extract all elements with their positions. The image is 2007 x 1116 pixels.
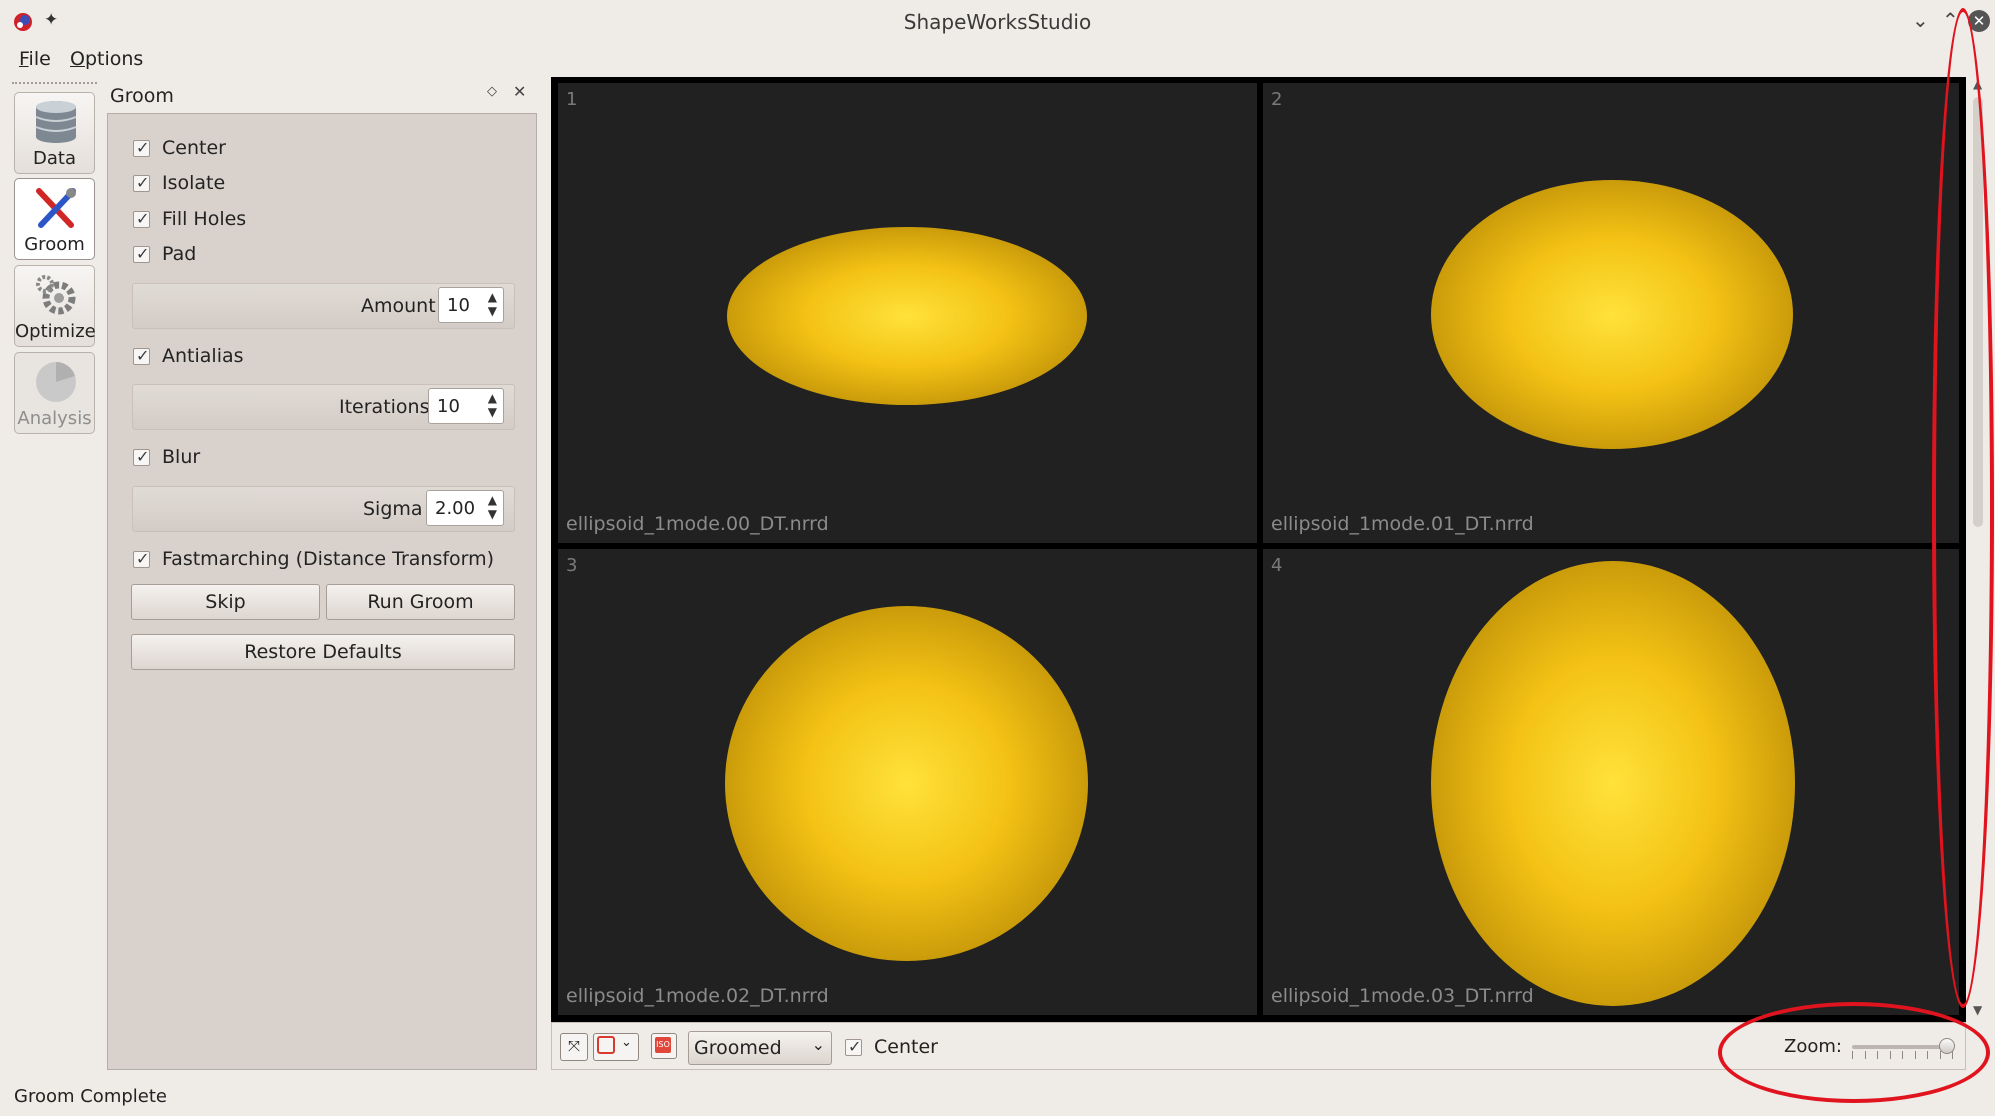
autoview-icon[interactable]: ⤧	[560, 1033, 588, 1061]
tool-analysis[interactable]: Analysis	[14, 352, 95, 434]
annotation-circle-zoom	[1718, 1002, 1990, 1103]
cell-number: 1	[566, 89, 578, 110]
chevron-down-icon[interactable]: ⌄	[812, 1035, 825, 1054]
fill-holes-label: Fill Holes	[162, 208, 247, 230]
view-mode-button[interactable]: ⌄	[593, 1033, 639, 1061]
antialias-checkbox[interactable]	[133, 346, 150, 365]
fill-holes-checkbox[interactable]	[133, 209, 150, 228]
chevron-down-icon[interactable]: ⌄	[621, 1035, 632, 1050]
tool-groom[interactable]: Groom	[14, 178, 95, 260]
iterations-spinbox[interactable]: 10 ▲ ▼	[428, 388, 504, 424]
center-label: Center	[162, 137, 226, 159]
fastmarching-checkbox[interactable]	[133, 549, 150, 568]
shape-mesh[interactable]	[725, 606, 1088, 961]
glyph-icon	[597, 1036, 615, 1054]
pad-checkbox[interactable]	[133, 244, 150, 263]
annotation-circle-scrollbar	[1932, 8, 1994, 1008]
window-title: ShapeWorksStudio	[903, 10, 1092, 34]
pad-label: Pad	[162, 243, 197, 265]
spin-arrows-icon[interactable]: ▲ ▼	[488, 493, 497, 521]
status-bar: Groom Complete	[0, 1078, 1995, 1116]
viewer-cell-3[interactable]: 3 ellipsoid_1mode.02_DT.nrrd	[558, 549, 1257, 1015]
sigma-value: 2.00	[435, 498, 476, 519]
spin-arrows-icon[interactable]: ▲ ▼	[488, 391, 497, 419]
mode-dropdown[interactable]: Groomed ⌄	[688, 1031, 832, 1065]
viewer-cell-1[interactable]: 1 ellipsoid_1mode.00_DT.nrrd	[558, 83, 1257, 543]
shape-mesh[interactable]	[1431, 180, 1793, 449]
iterations-label: Iterations	[339, 396, 430, 418]
viewer-cell-4[interactable]: 4 ellipsoid_1mode.03_DT.nrrd	[1263, 549, 1959, 1015]
cell-filename: ellipsoid_1mode.02_DT.nrrd	[566, 985, 829, 1007]
blur-label: Blur	[162, 446, 201, 468]
tool-optimize[interactable]: Optimize	[14, 265, 96, 347]
app-window: ✦ ShapeWorksStudio ⌄ ⌃ ✕ File Options Da…	[0, 0, 1995, 1116]
tool-optimize-label: Optimize	[15, 321, 96, 342]
tool-analysis-label: Analysis	[17, 408, 92, 429]
sigma-spinbox[interactable]: 2.00 ▲ ▼	[426, 490, 504, 526]
sigma-label: Sigma	[363, 498, 423, 520]
cell-number: 4	[1271, 555, 1283, 576]
shape-mesh[interactable]	[727, 227, 1087, 405]
blur-checkbox[interactable]	[133, 447, 150, 466]
close-dock-icon[interactable]: ✕	[513, 82, 526, 101]
center-checkbox[interactable]	[133, 138, 150, 157]
isolate-label: Isolate	[162, 172, 226, 194]
run-groom-button[interactable]: Run Groom	[326, 584, 515, 620]
center-view-checkbox[interactable]	[845, 1037, 862, 1056]
viewer-area[interactable]: 1 ellipsoid_1mode.00_DT.nrrd 2 ellipsoid…	[551, 77, 1966, 1022]
menu-file[interactable]: File	[19, 48, 51, 70]
amount-value: 10	[447, 295, 470, 316]
cell-filename: ellipsoid_1mode.00_DT.nrrd	[566, 513, 829, 535]
pie-chart-icon	[36, 362, 76, 402]
database-icon	[35, 101, 77, 143]
cell-number: 2	[1271, 89, 1283, 110]
mode-value: Groomed	[694, 1037, 782, 1059]
gears-icon	[36, 275, 76, 315]
spin-arrows-icon[interactable]: ▲ ▼	[488, 290, 497, 318]
amount-spinbox[interactable]: 10 ▲ ▼	[438, 287, 504, 323]
fastmarching-label: Fastmarching (Distance Transform)	[162, 548, 495, 570]
menu-options[interactable]: Options	[70, 48, 143, 70]
antialias-label: Antialias	[162, 345, 244, 367]
cell-filename: ellipsoid_1mode.01_DT.nrrd	[1271, 513, 1534, 535]
shape-mesh[interactable]	[1431, 561, 1795, 1006]
toolbar-grip	[12, 82, 97, 88]
title-bar: ✦ ShapeWorksStudio ⌄ ⌃ ✕	[0, 0, 1995, 42]
scroll-down-icon[interactable]: ▼	[1973, 1003, 1982, 1017]
groom-dock-title: Groom	[110, 85, 174, 107]
isolate-checkbox[interactable]	[133, 173, 150, 192]
tool-data-label: Data	[33, 148, 76, 169]
cell-number: 3	[566, 555, 578, 576]
tool-data[interactable]: Data	[14, 92, 95, 174]
iterations-value: 10	[437, 396, 460, 417]
cell-filename: ellipsoid_1mode.03_DT.nrrd	[1271, 985, 1534, 1007]
minimize-button[interactable]: ⌄	[1912, 8, 1929, 32]
groom-tools-icon	[36, 188, 76, 228]
status-text: Groom Complete	[14, 1086, 167, 1107]
viewer-cell-2[interactable]: 2 ellipsoid_1mode.01_DT.nrrd	[1263, 83, 1959, 543]
float-icon[interactable]: ◇	[487, 84, 497, 99]
restore-defaults-button[interactable]: Restore Defaults	[131, 634, 515, 670]
skip-button[interactable]: Skip	[131, 584, 320, 620]
amount-label: Amount	[361, 295, 436, 317]
tool-groom-label: Groom	[24, 234, 85, 255]
iso-surface-icon[interactable]: ISO	[651, 1033, 677, 1059]
center-view-label: Center	[874, 1036, 938, 1058]
